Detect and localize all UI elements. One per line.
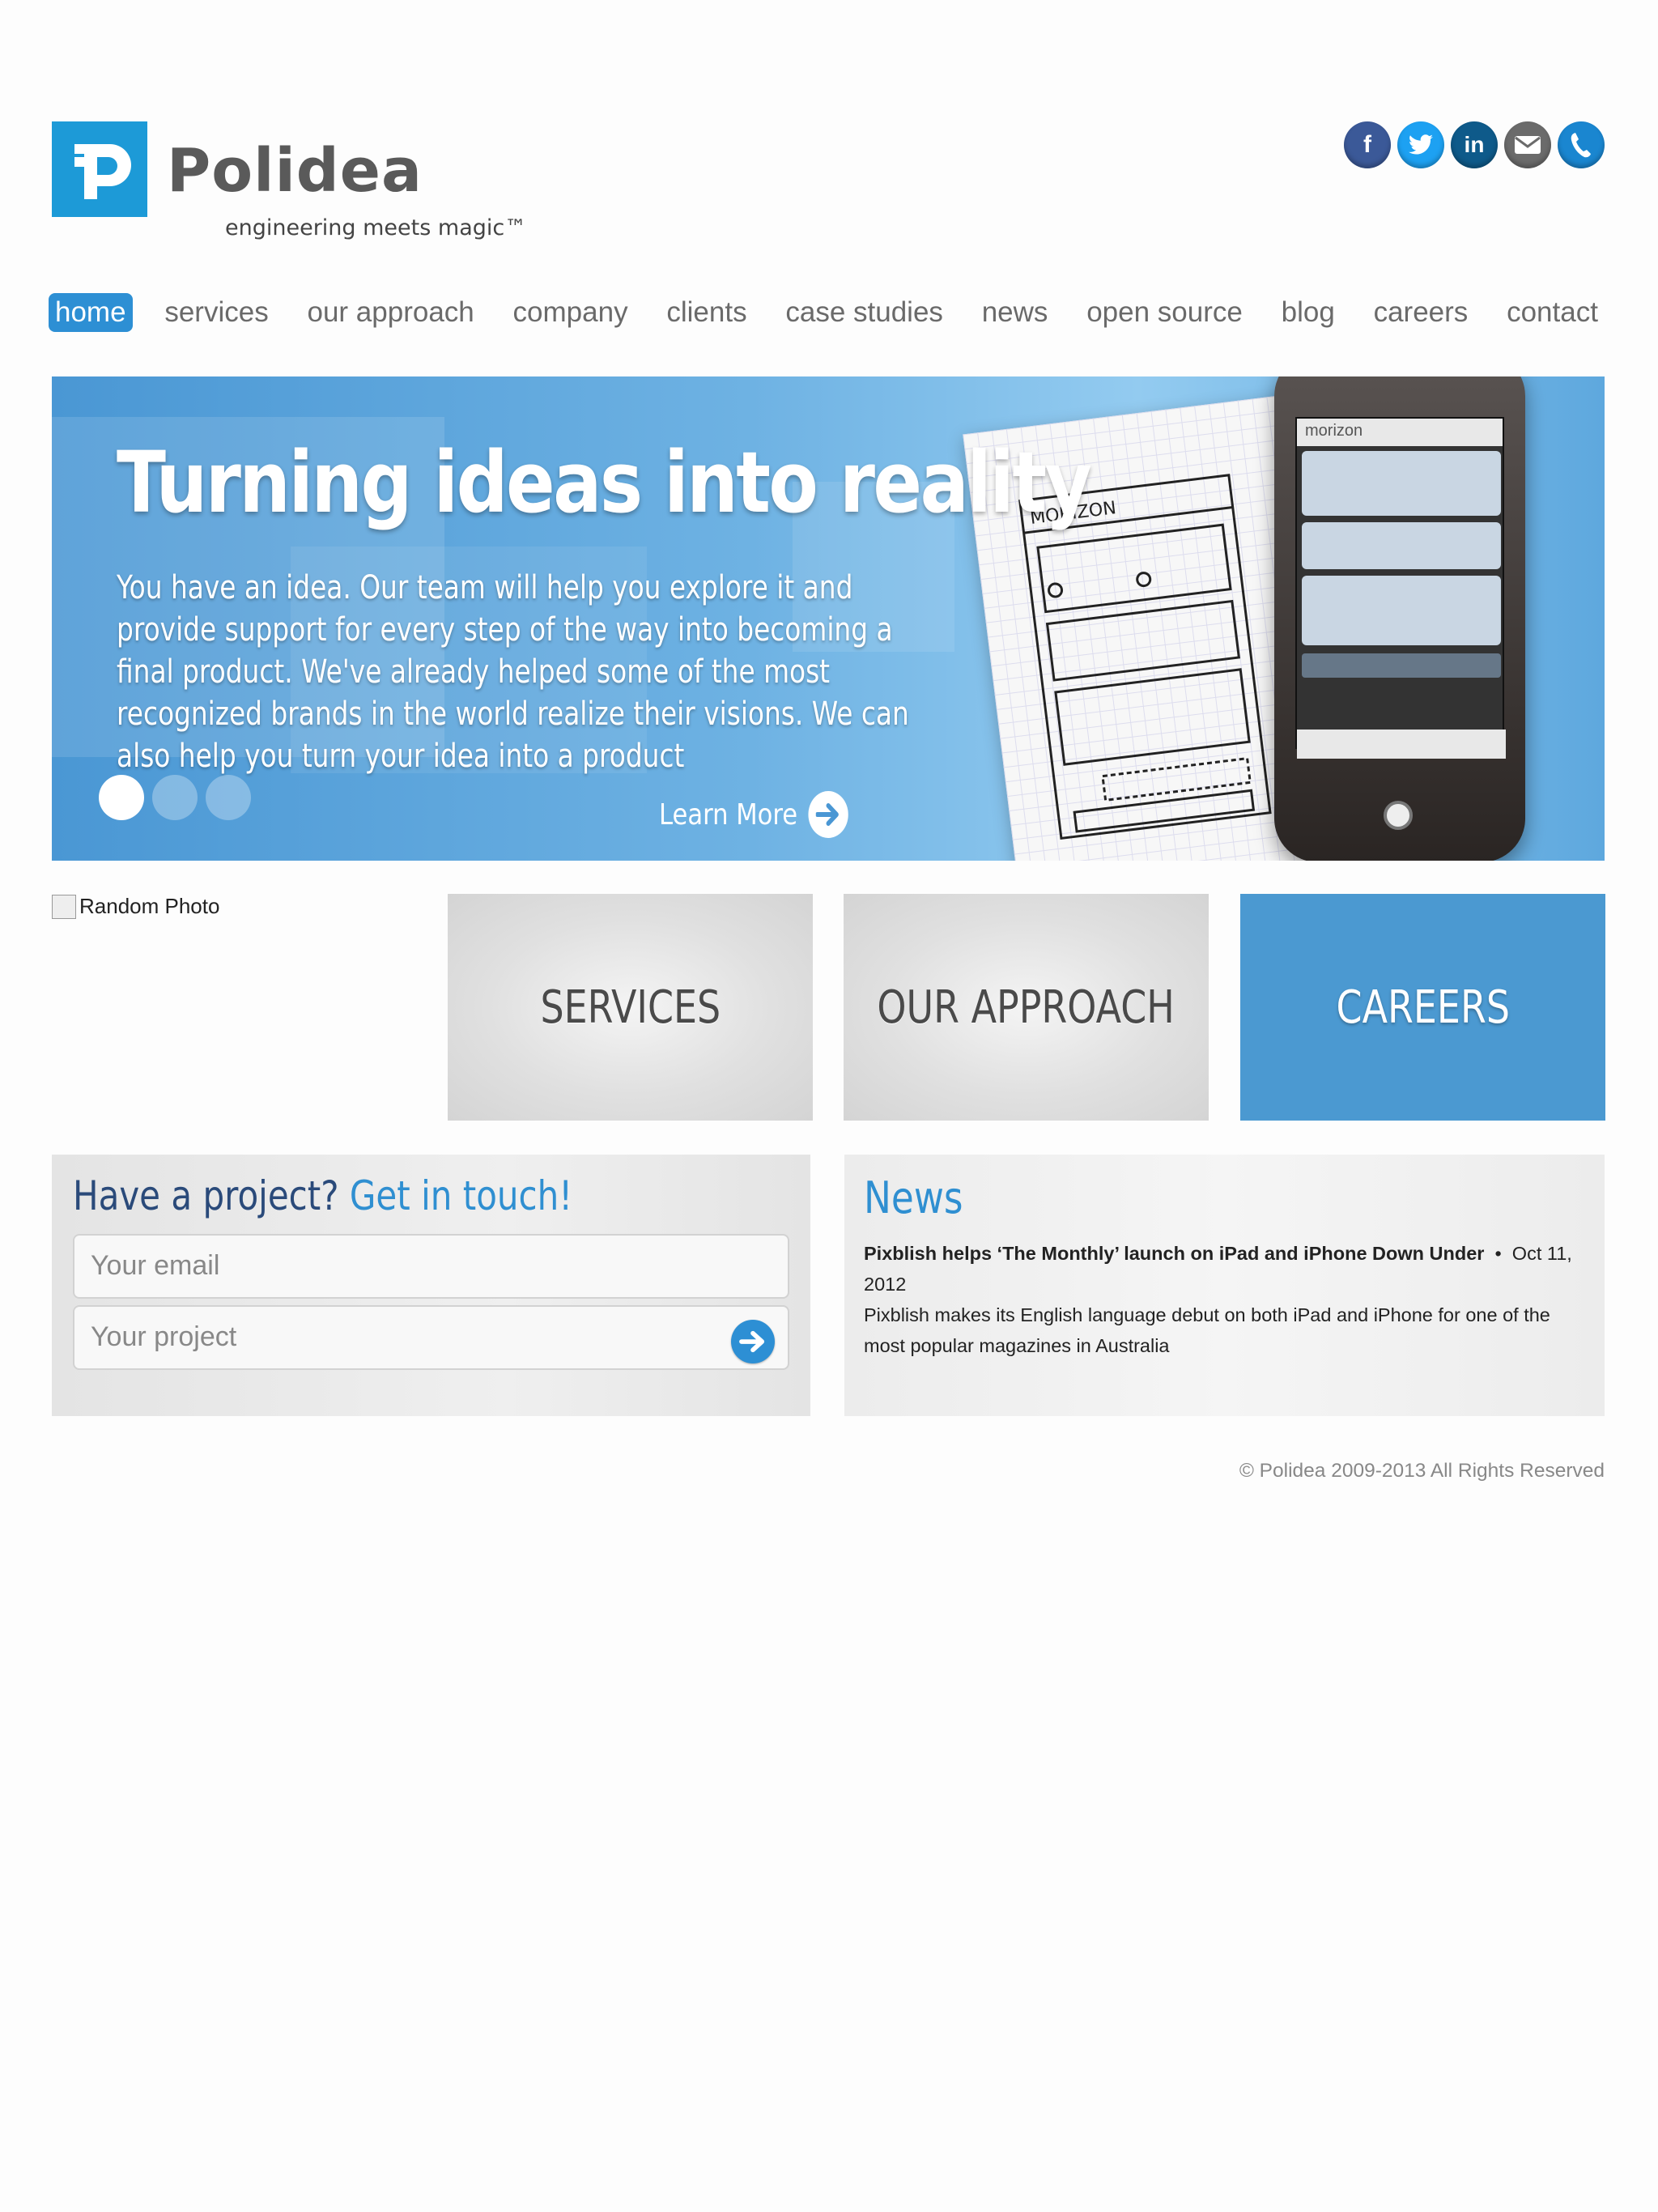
learn-more-label: Learn More [659, 798, 798, 832]
nav-case-studies[interactable]: case studies [779, 293, 950, 332]
arrow-right-icon [808, 791, 849, 838]
project-field[interactable]: Your project [73, 1305, 789, 1370]
random-photo-alt: Random Photo [79, 894, 220, 918]
mail-icon[interactable] [1504, 121, 1551, 168]
linkedin-icon[interactable]: in [1451, 121, 1498, 168]
copyright: © Polidea 2009-2013 All Rights Reserved [1239, 1460, 1605, 1482]
slider-dot-2[interactable] [152, 775, 198, 820]
phone-mockup-image: morizon [1274, 376, 1525, 861]
logo[interactable]: Polidea engineering meets magic™ [52, 121, 526, 240]
news-headline[interactable]: Pixblish helps ‘The Monthly’ launch on i… [864, 1243, 1484, 1264]
our-approach-tile[interactable]: OUR APPROACH [844, 894, 1209, 1121]
brand-name: Polidea [167, 136, 423, 206]
project-field-placeholder: Your project [91, 1321, 237, 1352]
nav-news[interactable]: news [976, 293, 1055, 332]
nav-services[interactable]: services [158, 293, 274, 332]
nav-clients[interactable]: clients [660, 293, 753, 332]
hero-title: Turning ideas into reality [117, 433, 1092, 532]
services-tile[interactable]: SERVICES [448, 894, 813, 1121]
main-nav: home services our approach company clien… [49, 293, 1605, 332]
nav-company[interactable]: company [507, 293, 635, 332]
phone-icon[interactable] [1558, 121, 1605, 168]
learn-more-link[interactable]: Learn More [659, 791, 849, 838]
brand-tagline: engineering meets magic™ [225, 215, 527, 240]
contact-heading: Have a project? Get in touch! [73, 1172, 573, 1219]
slider-dot-3[interactable] [206, 775, 251, 820]
careers-tile-label: CAREERS [1336, 981, 1510, 1034]
email-field[interactable]: Your email [73, 1234, 789, 1299]
nav-contact[interactable]: contact [1500, 293, 1605, 332]
slider-dot-1[interactable] [99, 775, 144, 820]
hero-slider: MORIZON morizon Turning ideas into reali… [52, 376, 1605, 861]
slider-dots [99, 775, 251, 820]
news-summary: Pixblish makes its English language debu… [864, 1304, 1550, 1356]
social-links: f in [1344, 121, 1605, 168]
careers-tile[interactable]: CAREERS [1240, 894, 1605, 1121]
logo-mark [52, 121, 147, 217]
random-photo: Random Photo [52, 894, 219, 919]
nav-our-approach[interactable]: our approach [301, 293, 481, 332]
nav-open-source[interactable]: open source [1080, 293, 1249, 332]
nav-careers[interactable]: careers [1367, 293, 1475, 332]
our-approach-tile-label: OUR APPROACH [877, 981, 1175, 1034]
services-tile-label: SERVICES [540, 981, 721, 1034]
hero-description: You have an idea. Our team will help you… [117, 569, 909, 775]
submit-button[interactable] [731, 1320, 775, 1363]
facebook-icon[interactable]: f [1344, 121, 1391, 168]
broken-image-icon [52, 894, 76, 919]
nav-home[interactable]: home [49, 293, 133, 332]
news-item: Pixblish helps ‘The Monthly’ launch on i… [864, 1238, 1585, 1361]
nav-blog[interactable]: blog [1275, 293, 1341, 332]
contact-form: Have a project? Get in touch! Your email… [52, 1155, 810, 1416]
news-panel: News Pixblish helps ‘The Monthly’ launch… [844, 1155, 1605, 1416]
twitter-icon[interactable] [1397, 121, 1444, 168]
news-heading: News [864, 1172, 963, 1223]
